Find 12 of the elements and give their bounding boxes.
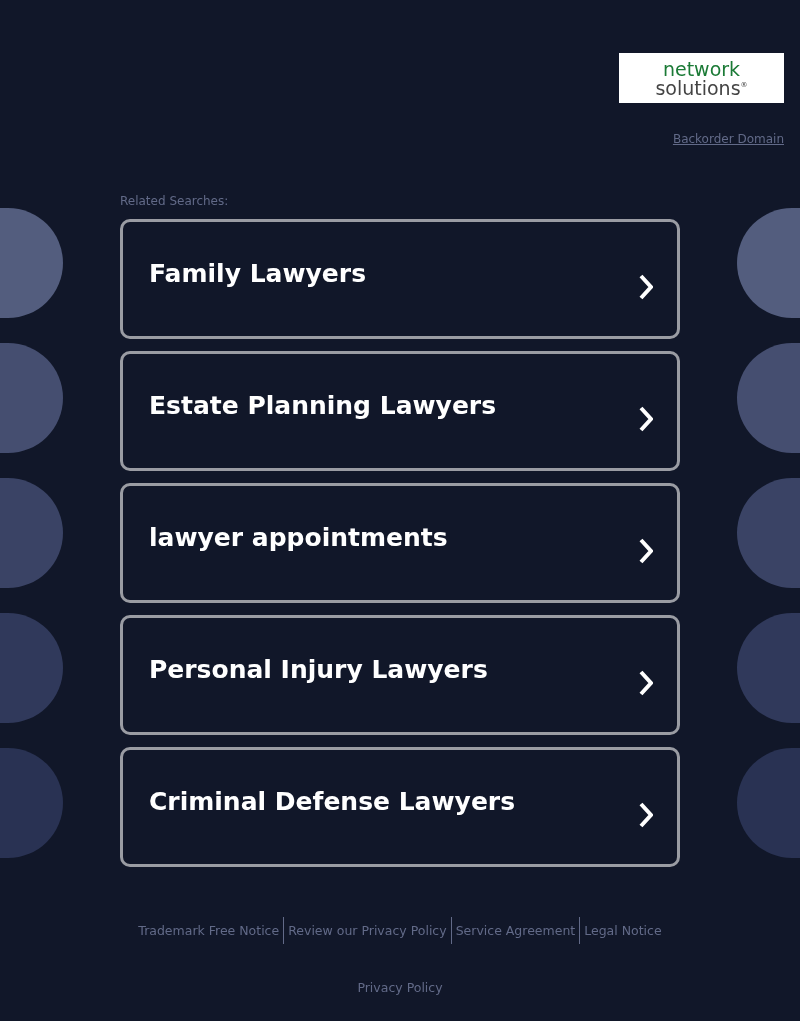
search-link-card[interactable]: Personal Injury Lawyers xyxy=(120,615,680,735)
search-link-card[interactable]: Criminal Defense Lawyers xyxy=(120,747,680,867)
search-link-card[interactable]: Estate Planning Lawyers xyxy=(120,351,680,471)
chevron-right-icon xyxy=(639,274,653,300)
related-searches-label: Related Searches: xyxy=(120,194,230,208)
chevron-right-icon xyxy=(639,538,653,564)
search-link-card[interactable]: lawyer appointments xyxy=(120,483,680,603)
chevron-right-icon xyxy=(639,670,653,696)
search-link-card[interactable]: Family Lawyers xyxy=(120,219,680,339)
logo[interactable]: network solutions$^{®}$ xyxy=(619,53,784,103)
chevron-right-icon xyxy=(639,406,653,432)
chevron-right-icon xyxy=(639,802,653,828)
